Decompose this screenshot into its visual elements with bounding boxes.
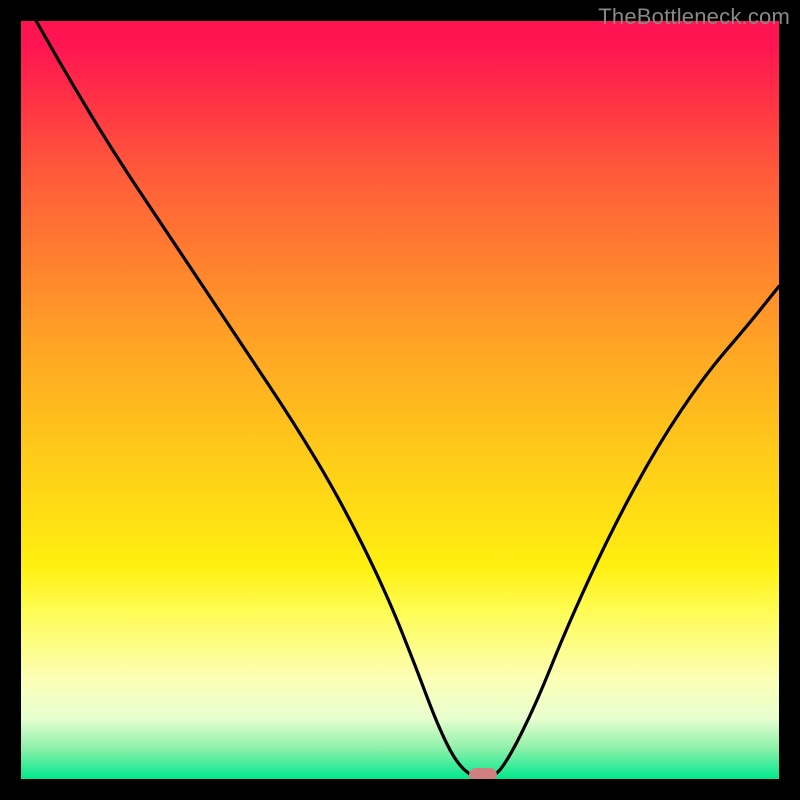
watermark-text: TheBottleneck.com xyxy=(598,4,790,30)
plot-area xyxy=(21,21,779,779)
chart-frame: TheBottleneck.com xyxy=(0,0,800,800)
bottleneck-curve xyxy=(21,21,779,779)
optimal-marker xyxy=(469,768,497,779)
